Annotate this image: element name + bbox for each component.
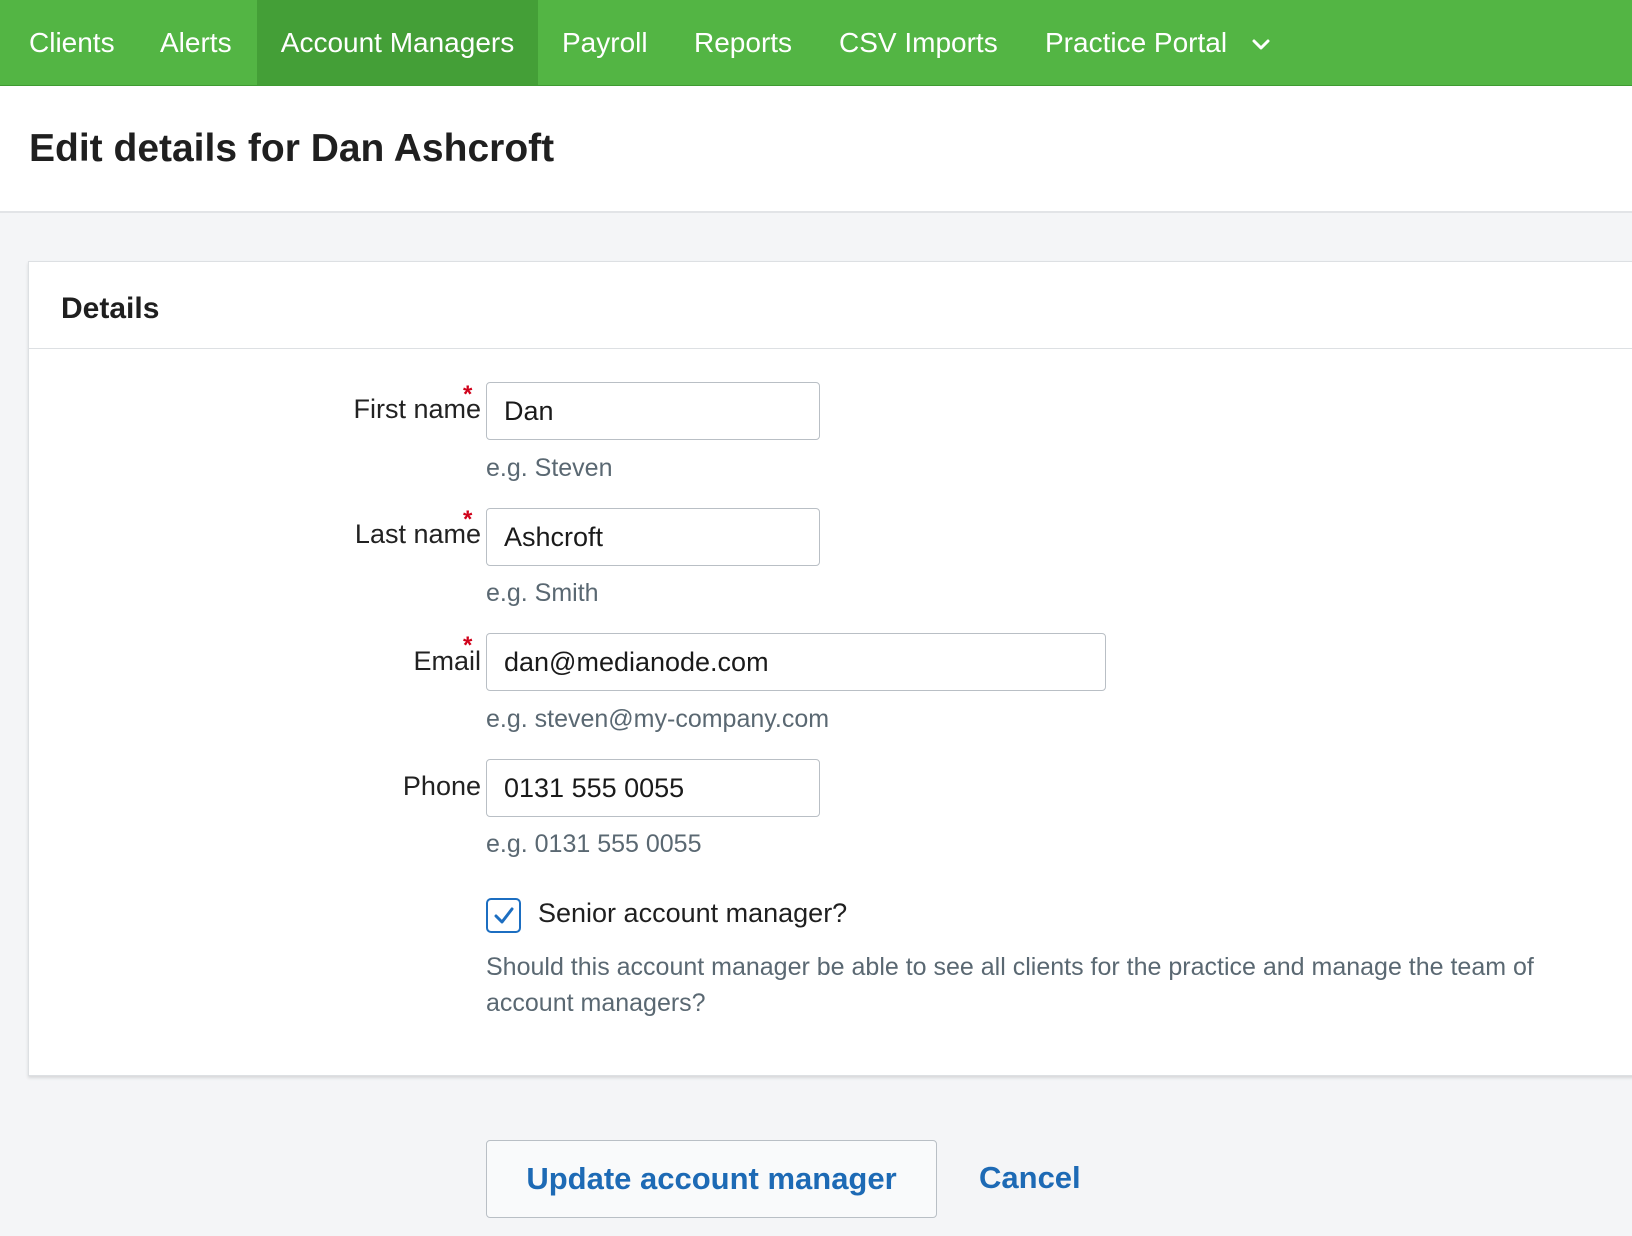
phone-label: Phone bbox=[402, 771, 481, 801]
required-marker: * bbox=[463, 506, 473, 533]
nav-item-label: Clients bbox=[29, 26, 115, 58]
senior-checkbox-help: Should this account manager be able to s… bbox=[486, 953, 1534, 1017]
senior-checkbox[interactable] bbox=[486, 898, 521, 933]
card-header: Details bbox=[29, 262, 1632, 349]
nav-item-payroll[interactable]: Payroll bbox=[538, 0, 672, 85]
email-hint: e.g. steven@my-company.com bbox=[486, 705, 830, 733]
first-name-label: First name bbox=[353, 394, 481, 424]
nav-item-alerts[interactable]: Alerts bbox=[140, 0, 252, 85]
update-account-manager-button[interactable]: Update account manager bbox=[486, 1140, 937, 1218]
phone-hint: e.g. 0131 555 0055 bbox=[486, 830, 702, 858]
nav-item-label: Practice Portal bbox=[1045, 26, 1228, 58]
page-title: Edit details for Dan Ashcroft bbox=[29, 127, 555, 170]
nav-item-practice-portal[interactable]: Practice Portal bbox=[1021, 0, 1297, 85]
nav-item-label: Reports bbox=[694, 26, 793, 58]
nav-item-label: CSV Imports bbox=[839, 26, 998, 58]
email-input[interactable] bbox=[486, 633, 1106, 691]
cancel-link[interactable]: Cancel bbox=[979, 1160, 1081, 1196]
nav-item-clients[interactable]: Clients bbox=[0, 0, 144, 85]
checkmark-icon bbox=[494, 907, 514, 924]
nav-item-label: Account Managers bbox=[280, 26, 515, 58]
top-nav: Clients Alerts Account Managers Payroll … bbox=[0, 0, 1632, 86]
required-marker: * bbox=[463, 381, 473, 408]
required-marker: * bbox=[463, 632, 473, 659]
nav-item-account-managers[interactable]: Account Managers bbox=[257, 0, 538, 85]
last-name-input[interactable] bbox=[486, 508, 820, 566]
nav-item-csv-imports[interactable]: CSV Imports bbox=[815, 0, 1022, 85]
details-card: Details First name * e.g. Steven Last na… bbox=[28, 261, 1632, 1076]
nav-item-label: Payroll bbox=[562, 26, 648, 58]
senior-checkbox-label[interactable]: Senior account manager? bbox=[538, 898, 847, 929]
nav-item-reports[interactable]: Reports bbox=[670, 0, 816, 85]
first-name-hint: e.g. Steven bbox=[486, 454, 613, 482]
chevron-down-icon bbox=[1249, 31, 1273, 55]
last-name-hint: e.g. Smith bbox=[486, 579, 599, 607]
card-title: Details bbox=[61, 292, 160, 325]
page-header: Edit details for Dan Ashcroft bbox=[0, 86, 1632, 213]
first-name-input[interactable] bbox=[486, 382, 820, 440]
nav-item-label: Alerts bbox=[160, 26, 232, 58]
phone-input[interactable] bbox=[486, 759, 820, 817]
